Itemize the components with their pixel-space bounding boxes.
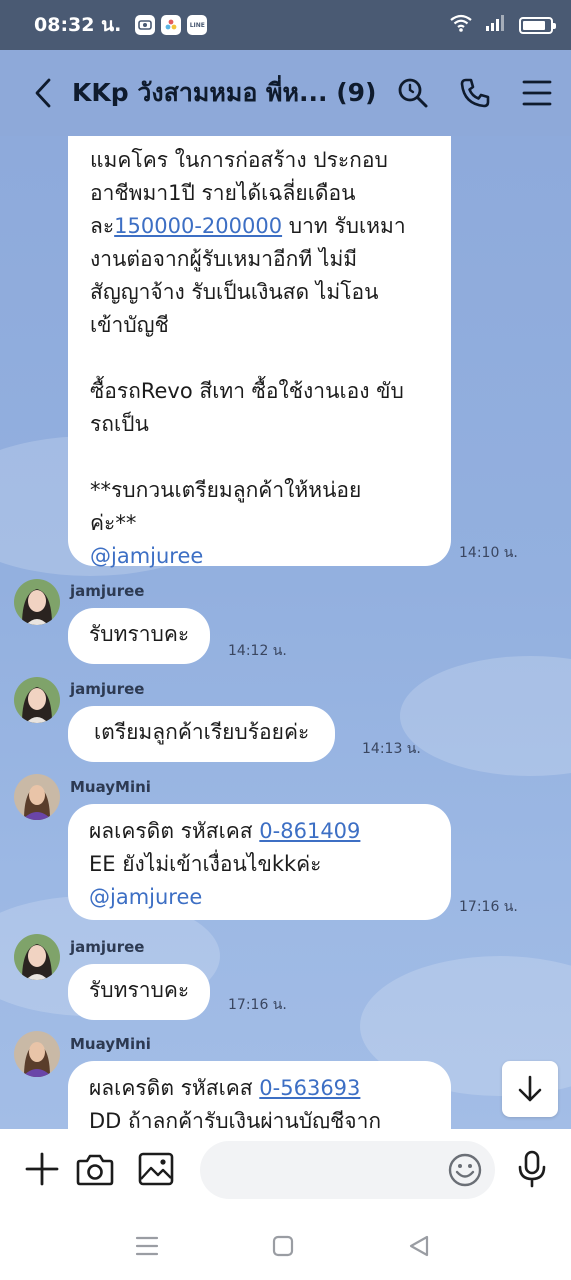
message-text: รับทราบคะ — [89, 978, 190, 1002]
recent-apps-icon — [135, 1236, 159, 1256]
nav-back-button[interactable] — [404, 1231, 434, 1261]
recent-apps-button[interactable] — [132, 1231, 162, 1261]
add-button[interactable] — [22, 1149, 62, 1189]
status-app-icons: LINE — [135, 15, 208, 35]
avatar[interactable] — [14, 934, 60, 980]
triangle-back-icon — [409, 1235, 429, 1257]
avatar[interactable] — [14, 774, 60, 820]
message-text: ผลเครดิต รหัสเคส 0-861409 EE ยังไม่เข้าเ… — [89, 815, 430, 881]
status-bar: 08:32 น. LINE — [0, 0, 571, 50]
mention[interactable]: @jamjuree — [89, 881, 430, 914]
wifi-icon — [449, 13, 473, 37]
message-bubble[interactable]: รับทราบคะ — [68, 964, 211, 1020]
background-cloud — [400, 656, 571, 776]
sender-name: jamjuree — [70, 582, 145, 600]
sender-name: jamjuree — [70, 938, 145, 956]
image-icon — [138, 1152, 174, 1186]
message-bubble[interactable]: ผลเครดิต รหัสเคส 0-563693 DD ถ้าลูกค้ารั… — [68, 1061, 451, 1129]
sender-name: MuayMini — [70, 778, 151, 796]
chat-header: KKp วังสามหมอ พี่ห... (9) — [0, 50, 571, 136]
microphone-icon — [518, 1150, 546, 1188]
menu-icon — [522, 80, 552, 106]
battery-icon — [519, 16, 556, 34]
message-text: รับทราบคะ — [89, 622, 190, 646]
avatar[interactable] — [14, 1031, 60, 1077]
message-text-part: DD ถ้าลูกค้ารับเงินผ่านบัญชีจาก — [89, 1109, 382, 1129]
case-link[interactable]: 0-563693 — [259, 1076, 360, 1100]
chat-title[interactable]: KKp วังสามหมอ พี่ห... (9) — [72, 73, 376, 113]
message-text: แมคโคร ในการก่อสร้าง ประกอบ อาชีพมา1ปี ร… — [90, 144, 429, 540]
message-time: 14:13 น. — [362, 741, 421, 757]
message-input-bar — [0, 1129, 571, 1209]
back-icon — [35, 78, 51, 108]
emoji-icon — [448, 1153, 482, 1187]
phone-icon — [460, 78, 490, 108]
message-time: 17:16 น. — [228, 997, 287, 1013]
message-text: ผลเครดิต รหัสเคส 0-563693 DD ถ้าลูกค้ารั… — [89, 1072, 430, 1129]
gallery-button[interactable] — [136, 1149, 176, 1189]
message-time: 14:12 น. — [228, 643, 287, 659]
message-bubble[interactable]: เตรียมลูกค้าเรียบร้อยค่ะ — [68, 706, 336, 762]
chat-area[interactable]: แมคโคร ในการก่อสร้าง ประกอบ อาชีพมา1ปี ร… — [0, 136, 571, 1129]
search-icon — [398, 78, 428, 108]
status-time: 08:32 น. — [34, 14, 122, 36]
message-bubble[interactable]: รับทราบคะ — [68, 608, 211, 664]
avatar[interactable] — [14, 579, 60, 625]
photos-app-icon — [161, 15, 182, 35]
message-text-part: EE ยังไม่เข้าเงื่อนไขkkค่ะ — [89, 852, 322, 876]
add-icon — [25, 1152, 59, 1186]
case-link[interactable]: 0-861409 — [259, 819, 360, 843]
call-button[interactable] — [459, 77, 491, 109]
back-button[interactable] — [28, 73, 58, 113]
sender-name: MuayMini — [70, 1035, 151, 1053]
signal-icon — [485, 14, 507, 36]
line-app-icon: LINE — [187, 15, 208, 35]
navigation-bar — [0, 1209, 571, 1280]
scroll-to-bottom-button[interactable] — [502, 1061, 558, 1117]
camera-icon — [76, 1154, 114, 1186]
message-text: เตรียมลูกค้าเรียบร้อยค่ะ — [94, 720, 310, 744]
message-bubble[interactable]: ผลเครดิต รหัสเคส 0-861409 EE ยังไม่เข้าเ… — [68, 804, 451, 920]
voice-button[interactable] — [512, 1149, 552, 1189]
search-button[interactable] — [397, 77, 429, 109]
message-link[interactable]: 150000-200000 — [114, 214, 282, 238]
message-time: 14:10 น. — [459, 545, 518, 561]
menu-button[interactable] — [521, 77, 553, 109]
avatar[interactable] — [14, 677, 60, 723]
message-text-part: ผลเครดิต รหัสเคส — [89, 1076, 260, 1100]
emoji-button[interactable] — [447, 1152, 483, 1188]
camera-button[interactable] — [75, 1149, 115, 1189]
message-bubble[interactable]: แมคโคร ในการก่อสร้าง ประกอบ อาชีพมา1ปี ร… — [68, 136, 451, 568]
home-button[interactable] — [268, 1231, 298, 1261]
messenger-app-icon — [135, 15, 156, 35]
arrow-down-icon — [518, 1075, 542, 1102]
sender-name: jamjuree — [70, 680, 145, 698]
message-text-part: ผลเครดิต รหัสเคส — [89, 819, 260, 843]
message-text-part: บาท รับเหมา งานต่อจากผู้รับเหมาอีกที ไม่… — [90, 214, 406, 535]
line-app-label: LINE — [189, 21, 205, 29]
message-time: 17:16 น. — [459, 899, 518, 915]
home-icon — [272, 1235, 294, 1257]
mention[interactable]: @jamjuree — [90, 540, 429, 573]
